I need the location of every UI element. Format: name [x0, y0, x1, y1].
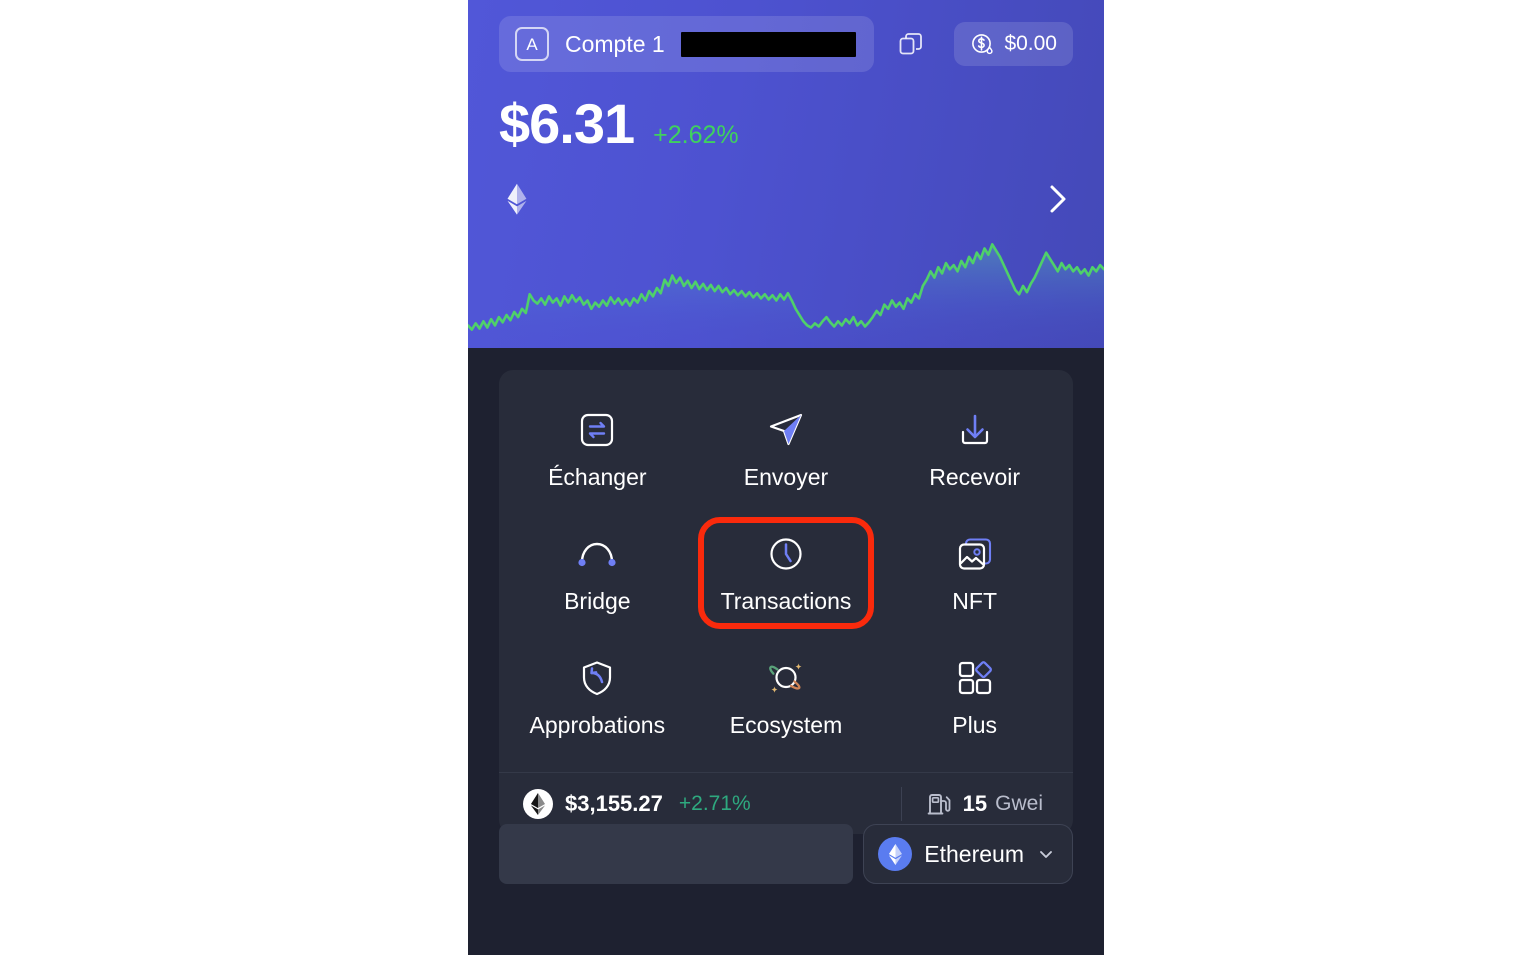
ethereum-glyph-icon [888, 843, 902, 865]
bridge-arc-icon [576, 533, 618, 575]
action-label: Plus [952, 712, 998, 738]
gas-value: 15 [962, 790, 988, 816]
earn-badge[interactable]: $0.00 [954, 22, 1073, 66]
image-stack-icon [958, 538, 991, 570]
action-image-stack[interactable]: NFT [880, 512, 1069, 636]
shield-arrow-icon [583, 661, 612, 696]
action-label: Transactions [720, 588, 852, 614]
action-receive-download[interactable]: Recevoir [880, 388, 1069, 512]
copy-address-button[interactable] [896, 29, 926, 59]
account-header: A Compte 1 $0.00 $6.31 +2.62% [468, 0, 1104, 348]
ethereum-coin-icon [523, 788, 553, 819]
dollar-drop-icon [972, 33, 994, 54]
grid-more-icon [954, 657, 996, 699]
actions-card: Échanger Envoyer Recevoir Bridge Transac… [499, 370, 1073, 834]
earn-badge-value: $0.00 [1004, 32, 1057, 55]
price-sparkline-chart [468, 243, 1104, 348]
action-label: Bridge [564, 588, 631, 614]
wallet-extension-frame: A Compte 1 $0.00 $6.31 +2.62% Échanger E… [468, 0, 1104, 955]
swap-icon [576, 409, 618, 451]
action-label: Approbations [529, 712, 666, 738]
planet-sparkle-icon [769, 663, 802, 693]
action-swap[interactable]: Échanger [503, 388, 692, 512]
ethereum-diamond-icon [507, 183, 527, 215]
network-name: Ethereum [924, 840, 1024, 867]
network-selector[interactable]: Ethereum [863, 824, 1073, 884]
grid-more-icon [958, 661, 992, 695]
eth-price-change: +2.71% [678, 791, 751, 815]
shield-arrow-icon [576, 657, 618, 699]
clock-icon [770, 538, 802, 570]
avatar-letter: A [526, 34, 538, 54]
actions-grid: Échanger Envoyer Recevoir Bridge Transac… [499, 370, 1073, 772]
copy-icon [899, 33, 922, 55]
send-paper-plane-icon [765, 409, 807, 451]
balance-amount: $6.31 [499, 92, 635, 155]
screenshot-root: A Compte 1 $0.00 $6.31 +2.62% Échanger E… [0, 0, 1536, 955]
account-name: Compte 1 [565, 30, 665, 57]
balance-row: $6.31 +2.62% [499, 96, 739, 152]
action-label: Envoyer [743, 464, 829, 490]
action-shield-arrow[interactable]: Approbations [503, 636, 692, 760]
planet-sparkle-icon [765, 657, 807, 699]
avatar: A [515, 27, 549, 61]
action-label: NFT [952, 588, 998, 614]
image-stack-icon [954, 533, 996, 575]
fuel-pump-icon [927, 793, 951, 814]
action-clock[interactable]: Transactions [692, 512, 881, 636]
chevron-right-icon[interactable] [1040, 180, 1074, 218]
eth-price-value: $3,155.27 [565, 790, 663, 816]
account-row: A Compte 1 $0.00 [499, 16, 1073, 72]
tabs-placeholder[interactable] [499, 824, 854, 884]
account-selector[interactable]: A Compte 1 [499, 16, 874, 72]
gas-unit: Gwei [995, 791, 1043, 815]
receive-download-icon [954, 409, 996, 451]
action-label: Recevoir [929, 464, 1021, 490]
action-label: Échanger [548, 464, 647, 490]
action-send-paper-plane[interactable]: Envoyer [692, 388, 881, 512]
wallet-body: Échanger Envoyer Recevoir Bridge Transac… [468, 348, 1104, 955]
action-bridge-arc[interactable]: Bridge [503, 512, 692, 636]
gas-stat[interactable]: 15 Gwei [902, 791, 1049, 817]
bottom-bar: Ethereum [499, 820, 1073, 888]
swap-icon [581, 413, 614, 447]
bridge-arc-icon [578, 542, 616, 567]
eth-price-stat: $3,155.27 +2.71% [523, 788, 751, 819]
receive-download-icon [961, 414, 988, 445]
send-paper-plane-icon [769, 413, 803, 446]
balance-change: +2.62% [653, 121, 739, 149]
ethereum-network-icon [878, 837, 913, 871]
action-grid-more[interactable]: Plus [880, 636, 1069, 760]
action-label: Ecosystem [729, 712, 843, 738]
account-address-redacted [680, 31, 856, 57]
ethereum-glyph-icon [531, 792, 545, 815]
action-planet-sparkle[interactable]: Ecosystem [692, 636, 881, 760]
clock-icon [765, 533, 807, 575]
chevron-down-icon [1040, 851, 1052, 858]
